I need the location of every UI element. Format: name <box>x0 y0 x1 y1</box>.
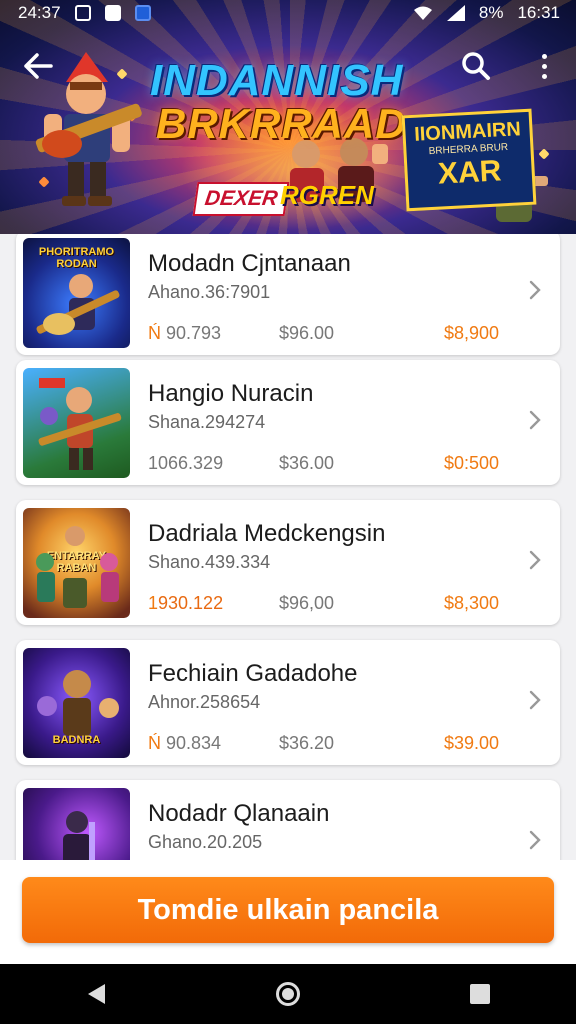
list-item[interactable]: Hangio Nuracin Shana.294274 1066.329 $36… <box>16 360 560 485</box>
guitar-warrior-thumb <box>23 368 130 478</box>
value1-text: 930.122 <box>158 593 224 613</box>
squad-thumb: ENTARRAY RABAN <box>23 508 130 618</box>
item-subtitle: Shana.294274 <box>148 412 266 432</box>
item-title: Hangio Nuracin <box>148 380 314 407</box>
signal-icon <box>446 5 465 21</box>
dark-knight-image <box>63 811 95 860</box>
item-price: $8,900 <box>444 323 500 343</box>
item-value2: $96.00 <box>279 323 335 343</box>
nav-back-button[interactable] <box>66 969 126 1019</box>
hero-banner: INDANNISH BRKRRAAD DEXER RGREN IIONMAIRN… <box>0 0 576 234</box>
chevron-right-icon <box>529 550 541 570</box>
nav-home-button[interactable] <box>258 969 318 1019</box>
more-vert-icon <box>541 53 547 79</box>
item-value2: $36.20 <box>279 733 335 753</box>
app-notification-icon <box>134 5 151 21</box>
hero-title-line2: BRKRRAAD <box>156 100 407 147</box>
notification-square-icon <box>74 5 91 21</box>
warrior-image <box>38 378 122 470</box>
item-value2: $96,00 <box>279 593 335 613</box>
thumb-label: BADNRA <box>52 734 101 746</box>
item-value1: 1930.122 <box>148 593 223 614</box>
back-triangle-icon <box>87 984 105 1004</box>
list-item[interactable]: BADNRA Fechiain Gadadohe Ahnor.258654 Ń … <box>16 640 560 765</box>
value1-text: 90.834 <box>161 733 222 753</box>
list-item[interactable]: ENTARRAY RABAN Dadriala Medckengsin Shan… <box>16 500 560 625</box>
item-title: Modadn Cjntanaan <box>148 250 351 277</box>
item-subtitle: Ahano.36:7901 <box>148 282 271 302</box>
app-screen: INDANNISH BRKRRAAD DEXER RGREN IIONMAIRN… <box>0 0 576 1024</box>
item-value2: $36.00 <box>279 453 335 473</box>
chevron-right-icon <box>529 280 541 300</box>
cta-area: Tomdie ulkain pancila <box>0 860 576 964</box>
hero-badge-right: RGREN <box>280 180 374 210</box>
hero-badge-left: DEXER <box>192 182 290 216</box>
guitar-hero-thumb: PHORITRAMO RODAN <box>23 238 130 348</box>
status-time-right: 16:31 <box>517 3 560 22</box>
value1-prefix: 1 <box>148 593 159 613</box>
list-item[interactable]: Nodadr Qlanaain Ghano.20.205 <box>16 780 560 860</box>
item-list[interactable]: PHORITRAMO RODAN Modadn Cjntanaan Ahano.… <box>0 234 576 860</box>
value1-text: 1066.329 <box>148 453 224 473</box>
chevron-right-icon <box>529 830 541 850</box>
item-price: $0:500 <box>444 453 500 473</box>
chevron-right-icon <box>529 690 541 710</box>
item-title: Fechiain Gadadohe <box>148 660 358 687</box>
item-subtitle: Shano.439.334 <box>148 552 271 572</box>
nav-recents-button[interactable] <box>450 969 510 1019</box>
wifi-icon <box>413 6 432 20</box>
primary-action-button[interactable]: Tomdie ulkain pancila <box>22 877 554 943</box>
heroes-thumb: BADNRA <box>23 648 130 758</box>
hero-title-line1: INDANNISH <box>150 56 404 105</box>
system-nav-bar <box>0 964 576 1024</box>
item-title: Nodadr Qlanaain <box>148 800 330 827</box>
item-value1: Ń 90.793 <box>148 323 221 344</box>
item-value1: Ń 90.834 <box>148 733 221 754</box>
item-price: $8,300 <box>444 593 500 613</box>
more-options-button[interactable] <box>530 48 558 84</box>
list-item[interactable]: PHORITRAMO RODAN Modadn Cjntanaan Ahano.… <box>16 234 560 355</box>
search-icon <box>462 52 490 80</box>
value1-text: 90.793 <box>161 323 222 343</box>
sign-line3: XAR <box>437 154 503 191</box>
status-time-left: 24:37 <box>18 3 61 22</box>
item-title: Dadriala Medckengsin <box>148 520 386 547</box>
search-button[interactable] <box>458 48 494 84</box>
chevron-right-icon <box>529 410 541 430</box>
battery-percent: 8% <box>478 3 504 22</box>
mail-icon <box>104 5 121 21</box>
item-subtitle: Ghano.20.205 <box>148 832 263 852</box>
status-bar: 24:37 8% 16:31 <box>0 0 576 26</box>
recent-square-icon <box>470 984 490 1004</box>
guitar-image <box>36 274 120 335</box>
dark-knight-thumb <box>23 788 130 860</box>
item-value1: 1066.329 <box>148 453 223 474</box>
item-subtitle: Ahnor.258654 <box>148 692 261 712</box>
squad-image <box>36 526 119 608</box>
home-circle-icon <box>276 982 300 1006</box>
value1-prefix: Ń <box>148 323 161 343</box>
item-price: $39.00 <box>444 733 500 753</box>
value1-prefix: Ń <box>148 733 161 753</box>
arrow-left-icon <box>24 53 53 79</box>
back-button[interactable] <box>20 48 56 84</box>
hero-sign: IIONMAIRN BRHERRA BRUR XAR <box>401 108 537 212</box>
